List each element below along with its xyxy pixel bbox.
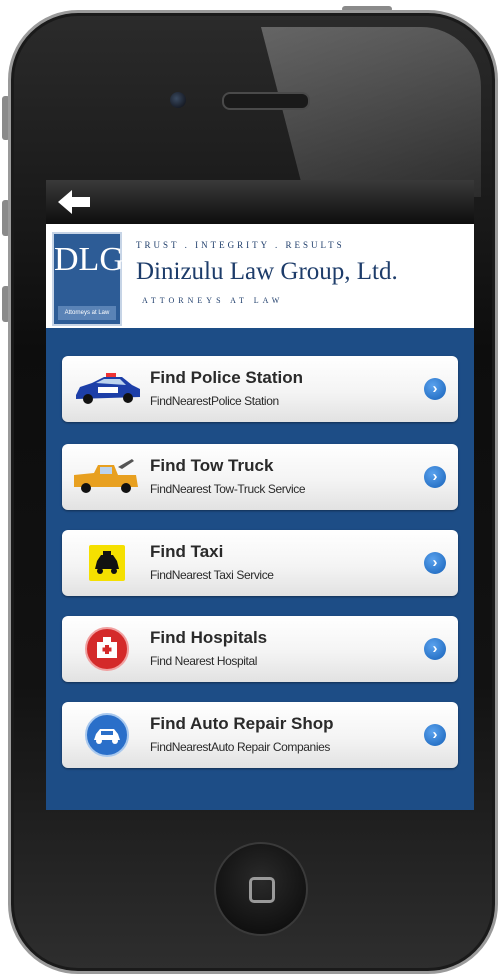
tagline: TRUST . INTEGRITY . RESULTS: [136, 240, 345, 250]
menu-item-hospitals[interactable]: Find Hospitals Find Nearest Hospital ›: [62, 616, 458, 682]
menu-item-auto-repair[interactable]: Find Auto Repair Shop FindNearestAuto Re…: [62, 702, 458, 768]
back-arrow-icon[interactable]: [56, 188, 92, 216]
menu-item-subtitle: Find Nearest Hospital: [150, 654, 257, 668]
menu-item-title: Find Auto Repair Shop: [150, 714, 334, 733]
chevron-right-icon[interactable]: ›: [424, 552, 446, 574]
chevron-right-icon[interactable]: ›: [424, 378, 446, 400]
app-screen: DLG Attorneys at Law TRUST . INTEGRITY .…: [46, 180, 474, 810]
front-camera: [170, 92, 186, 108]
hospital-icon: [70, 624, 144, 674]
menu-item-tow-truck[interactable]: Find Tow Truck FindNearest Tow-Truck Ser…: [62, 444, 458, 510]
home-button[interactable]: [214, 842, 308, 936]
chevron-right-icon[interactable]: ›: [424, 638, 446, 660]
menu-item-subtitle: FindNearest Taxi Service: [150, 568, 274, 582]
menu-item-subtitle: FindNearestAuto Repair Companies: [150, 740, 330, 754]
auto-repair-icon: [70, 710, 144, 760]
firm-banner: DLG Attorneys at Law TRUST . INTEGRITY .…: [46, 224, 474, 328]
firm-name: Dinizulu Law Group, Ltd.: [136, 258, 398, 285]
firm-logo: DLG Attorneys at Law: [52, 232, 124, 326]
chevron-right-icon[interactable]: ›: [424, 724, 446, 746]
logo-letters: DLG: [54, 241, 124, 278]
menu-item-police[interactable]: Find Police Station FindNearestPolice St…: [62, 356, 458, 422]
menu-item-title: Find Police Station: [150, 368, 304, 387]
menu-item-title: Find Taxi: [150, 542, 224, 561]
menu-item-subtitle: FindNearestPolice Station: [150, 394, 279, 408]
firm-subtitle: ATTORNEYS AT LAW: [142, 296, 284, 305]
nav-bar: [46, 180, 474, 224]
menu-item-title: Find Hospitals: [150, 628, 268, 647]
home-square-icon: [249, 877, 275, 903]
menu-item-title: Find Tow Truck: [150, 456, 274, 475]
menu-item-subtitle: FindNearest Tow-Truck Service: [150, 482, 306, 496]
chevron-right-icon[interactable]: ›: [424, 466, 446, 488]
menu-item-taxi[interactable]: Find Taxi FindNearest Taxi Service ›: [62, 530, 458, 596]
taxi-icon: [70, 538, 144, 588]
police-car-icon: [70, 364, 144, 414]
tow-truck-icon: [70, 452, 144, 502]
earpiece-speaker: [222, 92, 310, 110]
glass-reflection: [261, 27, 481, 197]
logo-caption: Attorneys at Law: [58, 306, 116, 320]
